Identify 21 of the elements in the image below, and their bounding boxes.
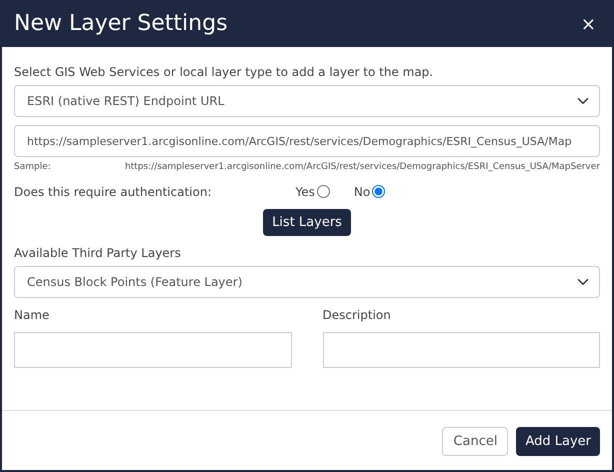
intro-text: Select GIS Web Services or local layer type to add a layer to the map. [14,64,434,81]
add-layer-button[interactable]: Add Layer [516,426,600,456]
sample-url: https://sampleserver1.arcgisonline.com/ArcGIS/rest/services/Demographics/ESRI_Census_USA/MapServer [124,161,600,174]
layer-type-select[interactable]: ESRI (native REST) Endpoint URL [14,85,600,117]
dialog-title: New Layer Settings [14,11,228,38]
radio-label: Yes [296,184,315,200]
radio-button[interactable] [316,185,330,198]
third-party-label: Available Third Party Layers [14,245,182,262]
endpoint-url-field[interactable]: https://sampleserver1.arcgisonline.com/ArcGIS/rest/services/Demographics/ESRI_Census_USA/Map [14,125,600,157]
sample-label: Sample: [14,161,51,174]
radio-label: No [354,184,370,200]
field-label: Name [14,307,50,324]
field-label: Description [322,307,392,324]
third-party-select[interactable]: Census Block Points (Feature Layer) [14,266,600,298]
text-field[interactable] [322,332,600,368]
radio-button[interactable] [372,185,386,198]
list-layers-button[interactable]: List Layers [263,208,351,236]
auth-question: Does this require authentication: [14,184,212,200]
close-button[interactable]: × [576,16,600,34]
text-field[interactable] [14,332,292,368]
cancel-button[interactable]: Cancel [442,426,508,456]
